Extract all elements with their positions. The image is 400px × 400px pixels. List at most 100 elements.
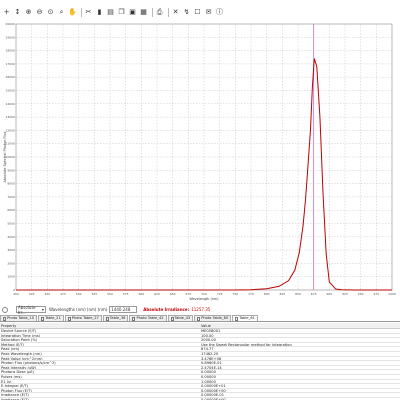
spectrum-data-point: [266, 289, 267, 290]
x-tick-label: 450: [44, 292, 50, 296]
y-tick-label: 0: [13, 288, 15, 292]
toolbar-separator: [168, 7, 169, 17]
x-tick-label: 700: [201, 292, 207, 296]
y-tick-label: 9000: [7, 168, 15, 172]
search-icon[interactable]: ⌕: [57, 8, 66, 17]
x-tick-label: 850: [295, 292, 301, 296]
row-property: Saturation Point (%): [1, 338, 38, 342]
y-tick-label: 5000: [7, 222, 15, 226]
settings-icon[interactable]: [2, 306, 8, 313]
save-icon[interactable]: ▦: [139, 8, 148, 17]
y-tick-label: 3000: [7, 248, 15, 252]
tools-icon[interactable]: ✕: [171, 8, 180, 17]
measurement-combo-value: Absolute Irr...: [18, 304, 36, 315]
table-body: Device Source (E/T) ME05B001 Integration T…: [0, 329, 400, 400]
y-tick-label: 6000: [7, 208, 15, 212]
cut-icon[interactable]: ✂: [84, 8, 93, 17]
zoom-out-icon[interactable]: ⊖: [35, 8, 44, 17]
spectrum-data-point: [320, 117, 321, 118]
chart-settings-icon[interactable]: ↯: [182, 8, 191, 17]
spectrum-data-point: [367, 290, 368, 291]
spectrum-chart[interactable]: 400 425 450 475 500 525 550 575 600 625 650 675 700 7…: [0, 20, 400, 303]
x-tick-label: 500: [76, 292, 82, 296]
spectrum-data-point: [279, 286, 280, 287]
tab-photo-table-42[interactable]: Photo Table_42: [129, 315, 167, 321]
toolbar-separator: [81, 7, 82, 17]
app-window: + ↕ ⊕ ⊖ ⊙ ⌕ ✋ ✂ ▮ ▤ ❐ ▣ ▦ ⎙ ✕ ↯ ☐ ✉ ⓘ 40…: [0, 0, 400, 400]
checkbox-icon[interactable]: ☐: [193, 8, 202, 17]
x-tick-label: 975: [373, 292, 379, 296]
y-tick-label: 2000: [7, 261, 15, 265]
row-property: Pulses (ms): [1, 374, 22, 379]
print-icon[interactable]: ⎙: [155, 8, 164, 17]
paste-icon[interactable]: ▣: [128, 8, 137, 17]
x-tick-label: 800: [264, 292, 270, 296]
row-value: 100.00: [201, 333, 214, 338]
spectrum-data-point: [323, 194, 324, 195]
document-icon: [197, 316, 201, 321]
tab-table-61[interactable]: Table_61: [232, 315, 258, 321]
spectrum-data-point: [314, 58, 315, 59]
status-bar: Absolute Irr... ▾ Wavelengths (nm) (nm) …: [0, 304, 400, 315]
measurement-combo[interactable]: Absolute Irr... ▾: [16, 304, 46, 315]
row-value: 0.00000: [201, 370, 216, 374]
info-icon[interactable]: ⓘ: [215, 8, 224, 17]
y-tick-label: 17000: [5, 62, 15, 66]
row-property: Peak Intensity (uW): [1, 365, 37, 370]
row-value: 3.476E+06: [201, 356, 222, 361]
document-icon: [67, 316, 71, 321]
row-value: Use the Sweet Rectangular method for int…: [201, 342, 292, 347]
spectrum-data-point: [317, 66, 318, 67]
x-tick-label: 925: [342, 292, 348, 296]
row-value: 0.00000E+01: [201, 384, 226, 388]
spectrum-data-point: [305, 199, 306, 200]
clipboard-icon[interactable]: ▤: [106, 8, 115, 17]
row-property: Device Source (E/T): [1, 329, 37, 333]
x-tick-label: 425: [29, 292, 35, 296]
wavelength-field[interactable]: 1440.248: [109, 306, 138, 313]
x-tick-label: 725: [217, 292, 223, 296]
tab-photo-table-10[interactable]: Photo Table_10: [0, 315, 38, 321]
email-icon[interactable]: ✉: [204, 8, 213, 17]
tab-photo-table-60[interactable]: Photo Table_60: [194, 315, 232, 321]
tab-photo-table-27[interactable]: Photo Table_27: [64, 315, 102, 321]
row-value: 0.00000E+00: [201, 388, 226, 393]
spectrum-data-point: [295, 270, 296, 271]
row-property: Method (E/T): [1, 342, 25, 347]
column-header-value[interactable]: Value: [200, 323, 400, 328]
document-icon: [132, 316, 136, 321]
copy-icon[interactable]: ❐: [117, 8, 126, 17]
row-property: Integration Time (ms): [1, 333, 41, 338]
tab-table-21[interactable]: Table_21: [38, 315, 64, 321]
y-tick-label: 16000: [5, 75, 15, 79]
row-property: Photon Flux (E/T): [1, 388, 32, 393]
chevron-down-icon: ▾: [41, 307, 44, 312]
toolbar-separator: [152, 7, 153, 17]
row-property: Peak Value (nm^2/nm): [1, 356, 43, 361]
irradiance-label: Absolute Irradiance:: [143, 307, 190, 312]
tab-table-36[interactable]: Table_36: [102, 315, 129, 321]
y-tick-label: 4000: [7, 235, 15, 239]
trash-icon[interactable]: ▮: [95, 8, 104, 17]
spectrum-data-point: [379, 290, 380, 291]
cursor-icon[interactable]: ↕: [13, 8, 22, 17]
y-tick-label: 20000: [5, 22, 15, 26]
tab-table-43[interactable]: Table_43: [167, 315, 194, 321]
y-tick-label: 15000: [5, 89, 15, 93]
zoom-in-icon[interactable]: ⊕: [24, 8, 33, 17]
y-tick-label: 7000: [7, 195, 15, 199]
plus-icon[interactable]: +: [2, 8, 11, 17]
spectrum-data-point: [204, 290, 205, 291]
spectrum-data-point: [354, 290, 355, 291]
x-tick-label: 950: [358, 292, 364, 296]
zoom-fit-icon[interactable]: ⊙: [46, 8, 55, 17]
spectrum-data-point: [326, 254, 327, 255]
spectrum-data-point: [235, 290, 236, 291]
spectrum-data-point: [299, 252, 300, 253]
row-value: 17462.20: [201, 351, 219, 356]
document-icon: [41, 316, 45, 321]
column-header-property[interactable]: Property: [0, 323, 200, 328]
row-value: 874.77: [201, 347, 214, 351]
pan-icon[interactable]: ✋: [68, 8, 77, 17]
row-value: 1.00000: [201, 379, 216, 384]
